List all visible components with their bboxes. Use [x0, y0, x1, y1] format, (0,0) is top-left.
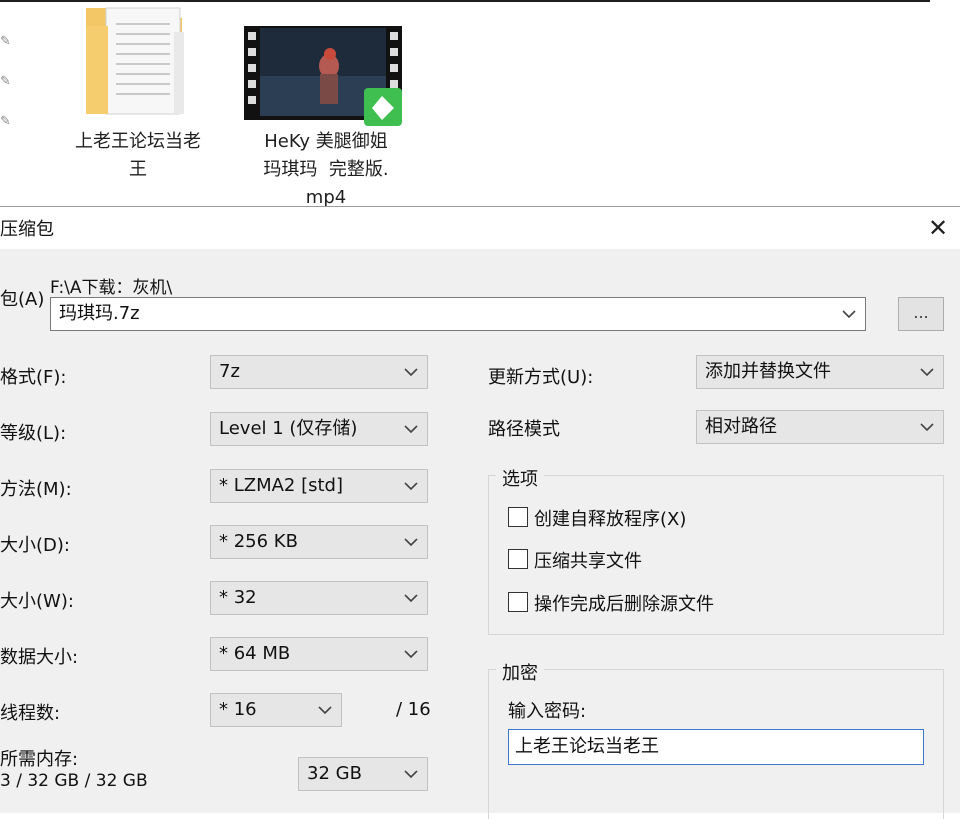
chevron-down-icon [841, 298, 857, 330]
path-mode-value: 相对路径 [705, 416, 777, 437]
method-select[interactable]: * LZMA2 [std] [210, 469, 428, 503]
dictionary-size-value: * 256 KB [219, 531, 298, 552]
options-group-title: 选项 [496, 465, 544, 491]
file-name-label[interactable]: HeKy 美腿御姐 玛琪玛 完整版. mp4 [236, 128, 416, 212]
password-label: 输入密码: [508, 701, 587, 722]
folder-icon[interactable] [78, 2, 190, 120]
word-size-label: 大小(W): [0, 591, 74, 612]
chevron-down-icon [919, 356, 935, 388]
dictionary-size-label: 大小(D): [0, 535, 70, 556]
chevron-down-icon [403, 582, 419, 614]
solid-block-size-select[interactable]: * 64 MB [210, 637, 428, 671]
chevron-down-icon [403, 526, 419, 558]
chevron-down-icon [919, 411, 935, 443]
browse-button[interactable]: ... [898, 297, 944, 331]
chevron-down-icon [403, 413, 419, 445]
file-name-label[interactable]: 上老王论坛当老 王 [52, 128, 224, 184]
threads-max: / 16 [396, 699, 431, 720]
memory-value: 32 GB [307, 763, 362, 784]
video-thumbnail-icon[interactable] [244, 26, 402, 126]
path-mode-select[interactable]: 相对路径 [696, 410, 944, 444]
archive-name-value: 玛琪玛.7z [59, 303, 140, 324]
level-label: 等级(L): [0, 423, 67, 444]
method-label: 方法(M): [0, 479, 72, 500]
explorer-file-view: ✎ ✎ ✎ 上老王论坛当老 王 HeKy 美腿御姐 玛琪玛 完整版. mp4 [0, 0, 960, 208]
dictionary-size-select[interactable]: * 256 KB [210, 525, 428, 559]
update-mode-value: 添加并替换文件 [705, 361, 831, 382]
add-to-archive-dialog: 压缩包 ✕ 包(A) F:\A下载：灰机\ 玛琪玛.7z ... 格式(F): … [0, 206, 960, 819]
threads-label: 线程数: [0, 703, 61, 724]
threads-value: * 16 [219, 699, 257, 720]
dialog-title: 压缩包 [0, 219, 54, 240]
path-mode-label: 路径模式 [488, 419, 560, 440]
update-mode-select[interactable]: 添加并替换文件 [696, 355, 944, 389]
chevron-down-icon [403, 638, 419, 670]
archive-path: F:\A下载：灰机\ [50, 278, 173, 298]
pin-icon[interactable]: ✎ [0, 74, 16, 90]
password-input[interactable]: 上老王论坛当老王 [508, 729, 924, 765]
pin-icon[interactable]: ✎ [0, 114, 16, 130]
method-value: * LZMA2 [std] [219, 475, 344, 496]
encryption-group-title: 加密 [496, 659, 544, 685]
solid-block-size-label: 数据大小: [0, 647, 79, 668]
word-size-select[interactable]: * 32 [210, 581, 428, 615]
delete-after-label[interactable]: 操作完成后删除源文件 [534, 590, 714, 616]
memory-label: 所需内存: [0, 749, 79, 770]
word-size-value: * 32 [219, 587, 257, 608]
format-value: 7z [219, 361, 240, 382]
chevron-down-icon [317, 694, 333, 726]
shared-files-checkbox[interactable] [508, 549, 528, 569]
archive-label: 包(A) [0, 289, 45, 310]
sfx-label[interactable]: 创建自释放程序(X) [534, 505, 686, 531]
chevron-down-icon [403, 758, 419, 790]
sfx-checkbox[interactable] [508, 507, 528, 527]
archive-name-combo[interactable]: 玛琪玛.7z [50, 297, 866, 331]
threads-select[interactable]: * 16 [210, 693, 342, 727]
level-value: Level 1 (仅存储) [219, 418, 358, 439]
delete-after-checkbox[interactable] [508, 592, 528, 612]
level-select[interactable]: Level 1 (仅存储) [210, 412, 428, 446]
solid-block-size-value: * 64 MB [219, 643, 291, 664]
memory-select[interactable]: 32 GB [298, 757, 428, 791]
chevron-down-icon [403, 470, 419, 502]
pin-icon[interactable]: ✎ [0, 34, 16, 50]
shared-files-label[interactable]: 压缩共享文件 [534, 547, 642, 573]
title-bar: 压缩包 ✕ [0, 207, 960, 249]
chevron-down-icon [403, 356, 419, 388]
format-select[interactable]: 7z [210, 355, 428, 389]
update-mode-label: 更新方式(U): [488, 367, 594, 388]
format-label: 格式(F): [0, 367, 67, 388]
close-button[interactable]: ✕ [918, 213, 958, 245]
memory-usage: 3 / 32 GB / 32 GB [0, 771, 148, 791]
